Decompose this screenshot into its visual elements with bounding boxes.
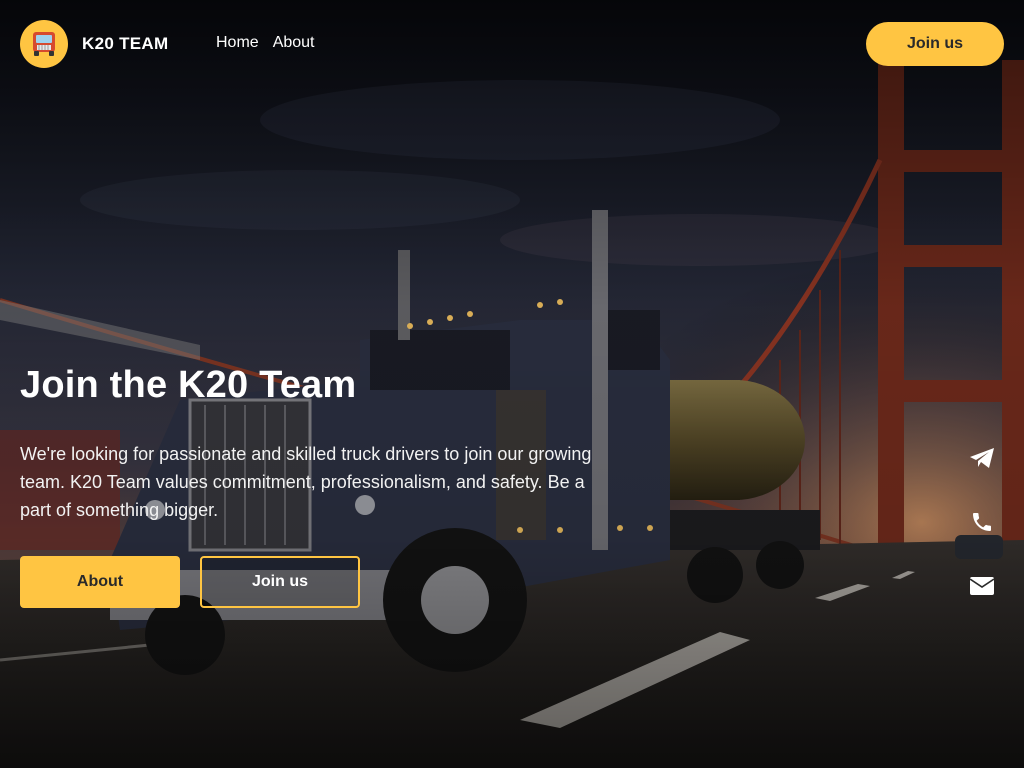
telegram-icon xyxy=(970,448,994,468)
site-header: K20 TEAM Home About Join us xyxy=(0,0,1024,88)
telegram-link[interactable] xyxy=(966,442,998,474)
mail-icon xyxy=(970,577,994,595)
main-nav: Home About xyxy=(216,34,315,52)
phone-link[interactable] xyxy=(966,506,998,538)
phone-icon xyxy=(973,513,991,531)
brand-name[interactable]: K20 TEAM xyxy=(82,34,168,54)
mail-link[interactable] xyxy=(966,570,998,602)
about-button[interactable]: About xyxy=(20,556,180,608)
hero-join-us-button[interactable]: Join us xyxy=(200,556,360,608)
nav-item-home[interactable]: Home xyxy=(216,34,259,52)
hero-description: We're looking for passionate and skilled… xyxy=(20,444,592,520)
truck-icon xyxy=(33,32,55,56)
brand-logo[interactable] xyxy=(20,20,68,68)
nav-item-about[interactable]: About xyxy=(273,34,315,52)
landing-page: K20 TEAM Home About Join us Join the K20… xyxy=(0,0,1024,768)
hero-title: Join the K20 Team xyxy=(20,364,357,406)
join-us-button[interactable]: Join us xyxy=(866,22,1004,66)
